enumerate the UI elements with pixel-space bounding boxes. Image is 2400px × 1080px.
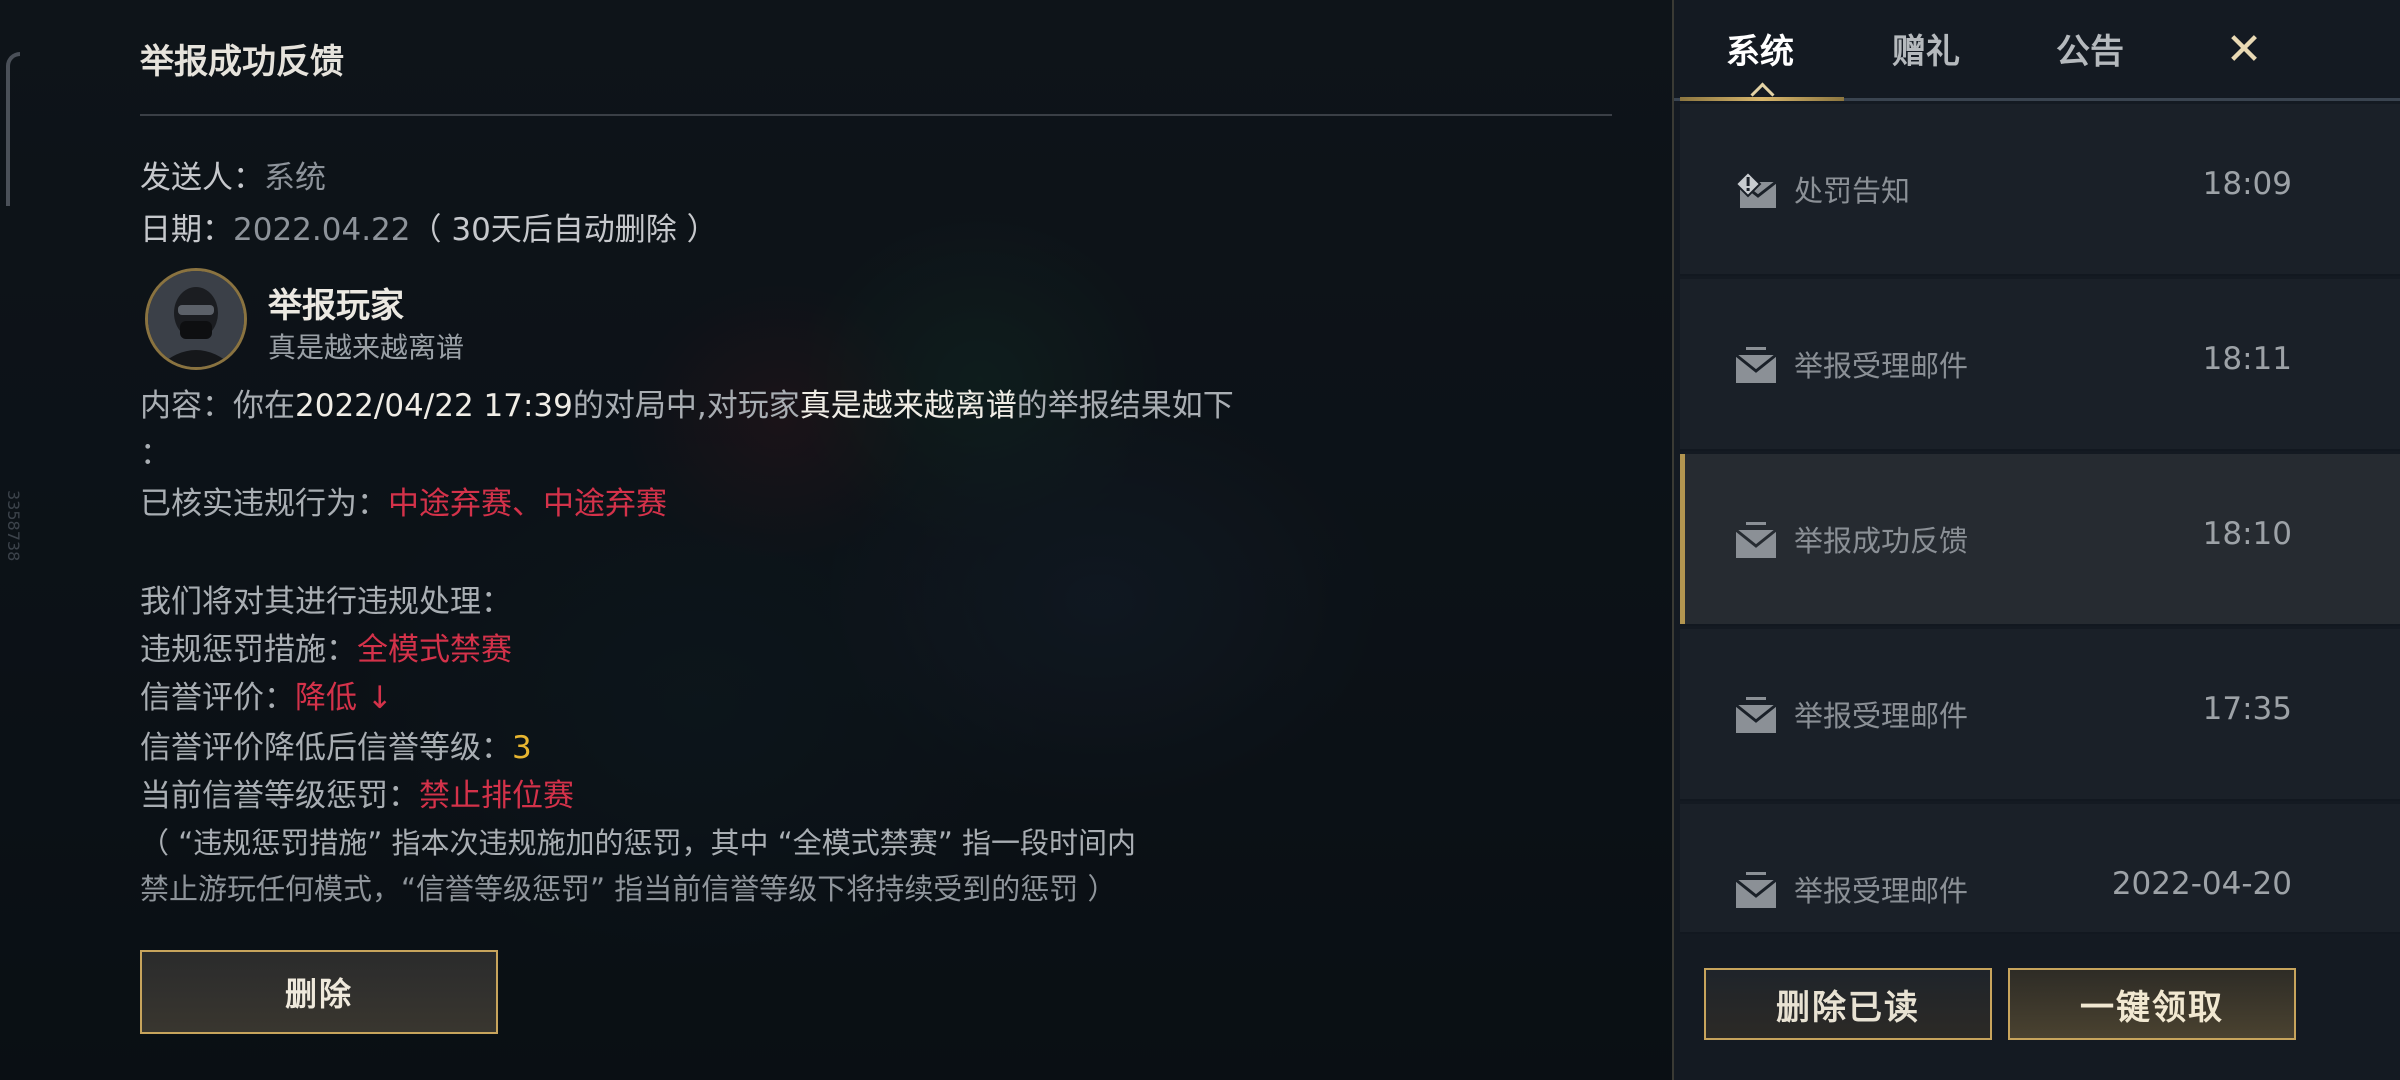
date-note: （ 30天后自动删除 ）	[410, 212, 718, 248]
penalty-line: 违规惩罚措施：全模式禁赛	[140, 624, 512, 669]
credit-line: 信誉评价：降低 ↓	[140, 672, 393, 717]
tab-announcements[interactable]: 公告	[2056, 24, 2124, 73]
content-mid: 的对局中,对玩家	[572, 388, 800, 424]
penalty-value: 全模式禁赛	[357, 632, 512, 668]
collect-all-button[interactable]: 一键领取	[2008, 968, 2296, 1040]
current-penalty-line: 当前信誉等级惩罚：禁止排位赛	[140, 770, 574, 815]
mail-title: 举报受理邮件	[1794, 699, 1969, 733]
date-line: 日期：2022.04.22（ 30天后自动删除 ）	[140, 204, 718, 249]
mail-time: 2022-04-20	[2111, 866, 2292, 902]
selected-indicator	[1680, 454, 1685, 624]
violation-value: 中途弃赛、中途弃赛	[388, 486, 667, 522]
date-value: 2022.04.22	[233, 212, 411, 248]
current-penalty-label: 当前信誉等级惩罚：	[140, 778, 419, 814]
content-player: 真是越来越离谱	[799, 388, 1017, 424]
sender-line: 发送人：系统	[140, 152, 326, 197]
mail-detail-title: 举报成功反馈	[140, 42, 344, 82]
mail-time: 18:11	[2202, 341, 2292, 377]
date-label: 日期：	[140, 212, 233, 248]
violation-line: 已核实违规行为：中途弃赛、中途弃赛	[140, 478, 667, 523]
handling-line: 我们将对其进行违规处理：	[140, 584, 512, 620]
content-line: 内容：你在2022/04/22 17:39的对局中,对玩家真是越来越离谱的举报结…	[140, 380, 1234, 425]
content-prefix: 内容：你在	[140, 388, 295, 424]
mail-icon	[1735, 872, 1777, 908]
sender-label: 发送人：	[140, 160, 264, 196]
mail-time: 18:09	[2202, 166, 2292, 202]
current-penalty-value: 禁止排位赛	[419, 778, 574, 814]
mail-icon	[1735, 697, 1777, 733]
reported-player-name: 真是越来越离谱	[268, 331, 465, 364]
avatar-image-icon	[148, 271, 244, 367]
sender-value: 系统	[264, 160, 326, 196]
chevron-up-icon	[1750, 82, 1775, 107]
mail-list-item[interactable]: 举报受理邮件 2022-04-20	[1680, 804, 2400, 934]
credit-level-line: 信誉评价降低后信誉等级：3	[140, 722, 532, 767]
mail-icon	[1735, 522, 1777, 558]
credit-level-label: 信誉评价降低后信誉等级：	[140, 730, 512, 766]
credit-level-value: 3	[512, 730, 532, 766]
reported-player-avatar[interactable]	[145, 268, 247, 370]
mail-icon	[1735, 347, 1777, 383]
content-datetime: 2022/04/22 17:39	[295, 388, 573, 424]
note-line-1: （ “违规惩罚措施” 指本次违规施加的惩罚，其中 “全模式禁赛” 指一段时间内	[140, 826, 1136, 860]
title-divider	[140, 114, 1612, 116]
mail-list-item[interactable]: 处罚告知 18:09	[1680, 104, 2400, 276]
tab-system[interactable]: 系统	[1726, 24, 1794, 73]
mail-time: 17:35	[2202, 691, 2292, 727]
mail-time: 18:10	[2202, 516, 2292, 552]
tab-gifts[interactable]: 赠礼	[1892, 24, 1960, 73]
mail-tabs: 系统 赠礼 公告 ✕	[1674, 0, 2400, 107]
reported-player-heading: 举报玩家	[268, 286, 404, 326]
mail-title: 处罚告知	[1794, 174, 1911, 208]
close-icon[interactable]: ✕	[2214, 20, 2274, 80]
warning-mail-icon	[1734, 170, 1777, 208]
credit-label: 信誉评价：	[140, 680, 295, 716]
mail-title: 举报成功反馈	[1794, 524, 1969, 558]
mail-list-item[interactable]: 举报受理邮件 17:35	[1680, 629, 2400, 801]
delete-button[interactable]: 删除	[140, 950, 498, 1034]
mail-detail-pane: 举报成功反馈 发送人：系统 日期：2022.04.22（ 30天后自动删除 ） …	[0, 0, 1672, 1080]
mail-list-item[interactable]: 举报受理邮件 18:11	[1680, 279, 2400, 451]
credit-value: 降低 ↓	[295, 680, 393, 716]
mail-title: 举报受理邮件	[1794, 349, 1969, 383]
content-colon: ：	[140, 436, 171, 472]
delete-read-button[interactable]: 删除已读	[1704, 968, 1992, 1040]
mail-list-panel: 系统 赠礼 公告 ✕ 处罚告知 18:09 举报受理邮件 18:11 举报成功反…	[1672, 0, 2400, 1080]
content-suffix: 的举报结果如下	[1016, 388, 1234, 424]
mail-list-item-selected[interactable]: 举报成功反馈 18:10	[1680, 454, 2400, 626]
note-line-2: 禁止游玩任何模式，“信誉等级惩罚” 指当前信誉等级下将持续受到的惩罚 ）	[140, 872, 1117, 906]
mail-title: 举报受理邮件	[1794, 874, 1969, 908]
violation-label: 已核实违规行为：	[140, 486, 388, 522]
penalty-label: 违规惩罚措施：	[140, 632, 357, 668]
